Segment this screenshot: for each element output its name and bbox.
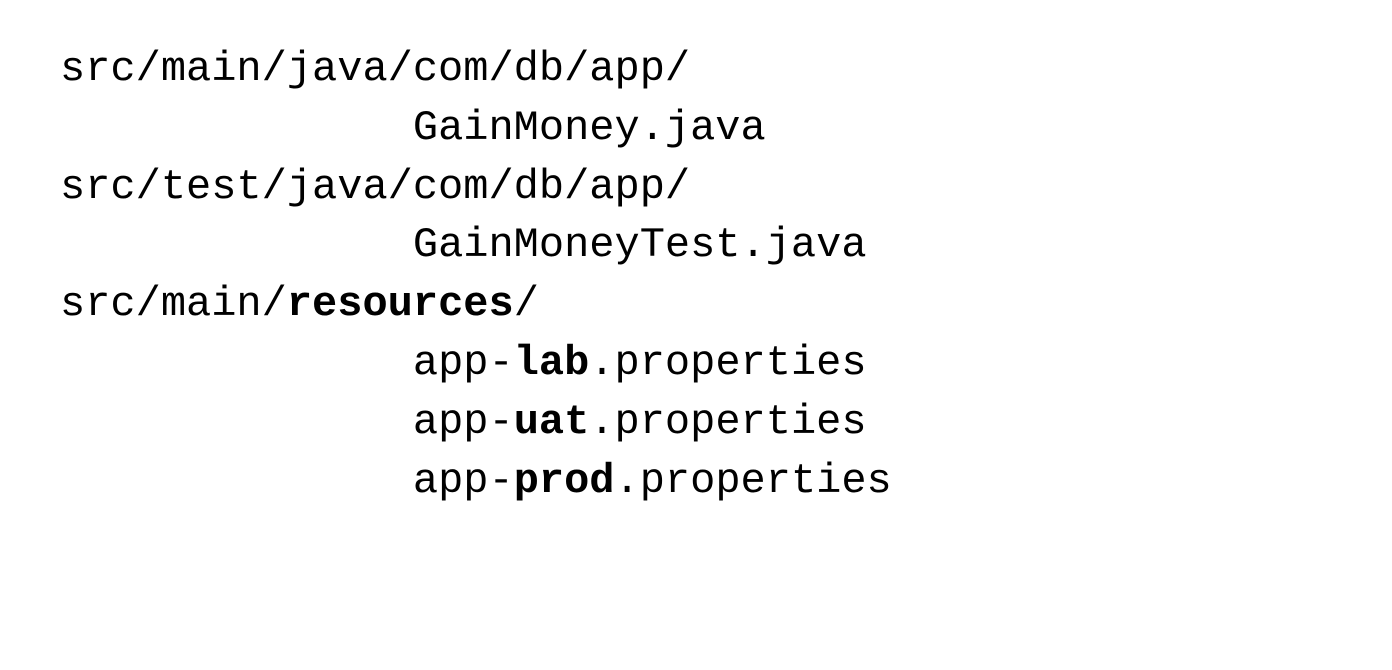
indent — [60, 393, 413, 452]
file-prefix: app- — [413, 457, 514, 505]
path-line-6: app-lab.properties — [60, 334, 1332, 393]
file-text: GainMoneyTest.java — [413, 221, 867, 269]
indent — [60, 216, 413, 275]
path-line-1: src/main/java/com/db/app/ — [60, 40, 1332, 99]
file-suffix: .properties — [589, 339, 866, 387]
file-prefix: app- — [413, 398, 514, 446]
file-text: GainMoney.java — [413, 104, 766, 152]
path-prefix: src/main/ — [60, 280, 287, 328]
path-text: src/main/java/com/db/app/ — [60, 45, 690, 93]
path-line-8: app-prod.properties — [60, 452, 1332, 511]
path-line-2: GainMoney.java — [60, 99, 1332, 158]
resources-bold: resources — [287, 280, 514, 328]
env-uat-bold: uat — [514, 398, 590, 446]
file-prefix: app- — [413, 339, 514, 387]
file-suffix: .properties — [589, 398, 866, 446]
env-lab-bold: lab — [514, 339, 590, 387]
path-line-7: app-uat.properties — [60, 393, 1332, 452]
path-text: src/test/java/com/db/app/ — [60, 163, 690, 211]
path-line-3: src/test/java/com/db/app/ — [60, 158, 1332, 217]
path-line-5: src/main/resources/ — [60, 275, 1332, 334]
indent — [60, 452, 413, 511]
file-suffix: .properties — [615, 457, 892, 505]
path-line-4: GainMoneyTest.java — [60, 216, 1332, 275]
indent — [60, 99, 413, 158]
env-prod-bold: prod — [514, 457, 615, 505]
indent — [60, 334, 413, 393]
path-suffix: / — [514, 280, 539, 328]
